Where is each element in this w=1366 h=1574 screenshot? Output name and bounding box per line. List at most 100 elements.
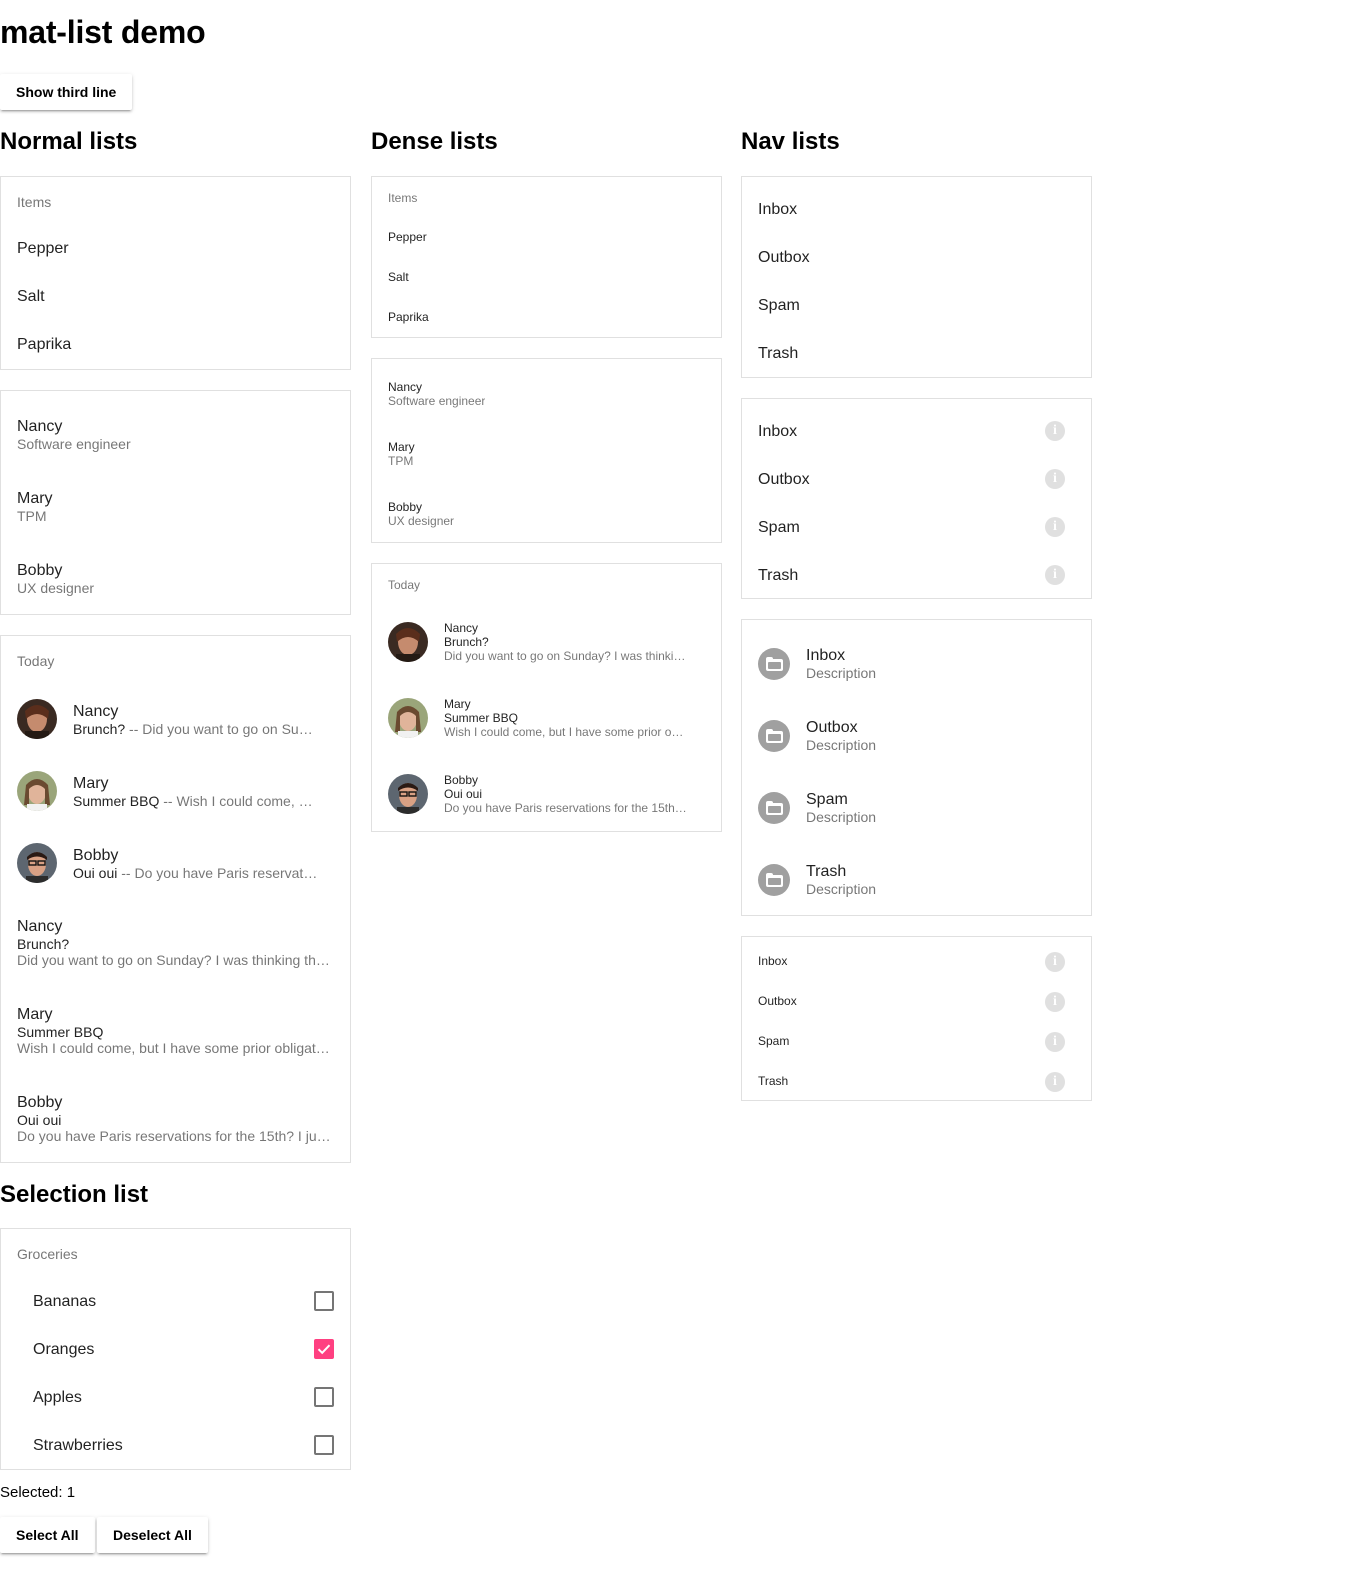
list-item[interactable]: Salt [1, 273, 350, 321]
show-third-line-button[interactable]: Show third line [0, 74, 133, 110]
nav-link-spam[interactable]: Spam i [742, 503, 1091, 551]
info-icon[interactable]: i [1045, 1032, 1065, 1052]
nav-folder-outbox[interactable]: Outbox Description [742, 700, 1091, 772]
folder-icon [758, 720, 790, 752]
message-item[interactable]: Nancy Brunch? Did you want to go on Sund… [1, 907, 350, 995]
nav-folder-inbox[interactable]: Inbox Description [742, 628, 1091, 700]
contact-headline: Software engineer [17, 436, 131, 452]
message-from: Bobby [17, 1094, 63, 1111]
message-body: Did you want to go on Sunday? I was thin… [444, 649, 686, 663]
avatar [17, 843, 57, 883]
deselect-all-button[interactable]: Deselect All [97, 1517, 208, 1553]
list-item[interactable]: Paprika [372, 297, 721, 337]
message-from: Mary [444, 697, 471, 711]
folder-icon [758, 792, 790, 824]
dense-lists-heading: Dense lists [371, 128, 498, 155]
checkbox[interactable] [314, 1435, 334, 1455]
normal-lists-heading: Normal lists [0, 128, 138, 155]
nav-lists-heading: Nav lists [741, 128, 840, 155]
message-item[interactable]: Bobby Oui oui Do you have Paris reservat… [1, 1083, 350, 1163]
info-icon[interactable]: i [1045, 469, 1065, 489]
folder-name: Trash [806, 863, 847, 880]
message-from: Nancy [17, 918, 63, 935]
nav-link-outbox[interactable]: Outbox i [742, 455, 1091, 503]
nav-folder-spam[interactable]: Spam Description [742, 772, 1091, 844]
avatar [17, 699, 57, 739]
nav-link-label: Trash [758, 1074, 789, 1088]
message-subject: Summer BBQ [73, 793, 160, 809]
nav-link-outbox[interactable]: Outbox i [742, 981, 1091, 1021]
nav-link-label: Outbox [758, 471, 810, 488]
nav-link-trash[interactable]: Trash i [742, 551, 1091, 599]
list-item[interactable]: Paprika [1, 321, 350, 369]
contact-headline: TPM [388, 454, 414, 468]
dense-messages-list: Today Nancy Brunch? Did you want to go o… [371, 563, 722, 832]
message-item[interactable]: Nancy Brunch? Did you want to go on Sund… [372, 604, 721, 680]
nav-link-inbox[interactable]: Inbox [742, 185, 1091, 233]
list-option[interactable]: Oranges [1, 1325, 350, 1373]
folder-description: Description [806, 809, 877, 825]
info-icon[interactable]: i [1045, 565, 1065, 585]
nav-list: Inbox Outbox Spam Trash [741, 176, 1092, 378]
nav-link-trash[interactable]: Trash [742, 329, 1091, 377]
message-subject: Brunch? [73, 721, 126, 737]
dense-contacts-list: Nancy Software engineer Mary TPM Bobby U… [371, 358, 722, 543]
info-icon[interactable]: i [1045, 952, 1065, 972]
contact-headline: Software engineer [388, 394, 486, 408]
list-item-label: Salt [388, 270, 409, 284]
list-item[interactable]: Pepper [372, 217, 721, 257]
message-item[interactable]: Mary Summer BBQ -- Wish I could come, … [1, 756, 350, 828]
info-icon[interactable]: i [1045, 517, 1065, 537]
list-item-label: Pepper [17, 240, 69, 257]
list-item[interactable]: Pepper [1, 225, 350, 273]
list-option[interactable]: Strawberries [1, 1421, 350, 1469]
contact-item[interactable]: Nancy Software engineer [1, 399, 350, 471]
list-subheader: Today [17, 653, 55, 669]
list-option[interactable]: Bananas [1, 1277, 350, 1325]
contact-item[interactable]: Nancy Software engineer [372, 367, 721, 427]
info-icon[interactable]: i [1045, 421, 1065, 441]
contact-item[interactable]: Mary TPM [1, 471, 350, 543]
check-icon [317, 1344, 331, 1355]
nav-link-spam[interactable]: Spam i [742, 1021, 1091, 1061]
message-item[interactable]: Mary Summer BBQ Wish I could come, but I… [372, 680, 721, 756]
message-from: Bobby [444, 773, 479, 787]
list-item[interactable]: Salt [372, 257, 721, 297]
message-item[interactable]: Bobby Oui oui -- Do you have Paris reser… [1, 828, 350, 900]
contact-headline: UX designer [388, 514, 455, 528]
dense-nav-list: Inbox i Outbox i Spam i Trash i [741, 936, 1092, 1101]
nav-link-inbox[interactable]: Inbox i [742, 407, 1091, 455]
info-icon[interactable]: i [1045, 992, 1065, 1012]
nav-link-spam[interactable]: Spam [742, 281, 1091, 329]
nav-list-with-info: Inbox i Outbox i Spam i Trash i [741, 398, 1092, 599]
message-subject: Summer BBQ [444, 711, 519, 725]
message-item[interactable]: Mary Summer BBQ Wish I could come, but I… [1, 995, 350, 1083]
nav-folder-trash[interactable]: Trash Description [742, 844, 1091, 916]
message-snippet: -- Wish I could come, … [159, 793, 313, 809]
nav-link-label: Inbox [758, 201, 798, 218]
folder-icon [758, 648, 790, 680]
contact-name: Mary [388, 440, 415, 454]
message-item[interactable]: Bobby Oui oui Do you have Paris reservat… [372, 756, 721, 832]
selection-list: Groceries Bananas Oranges Apples Strawbe… [0, 1228, 351, 1470]
avatar [17, 771, 57, 811]
nav-folder-list: Inbox Description Outbox Description Spa… [741, 619, 1092, 916]
contact-name: Nancy [17, 418, 63, 435]
contact-item[interactable]: Bobby UX designer [1, 543, 350, 615]
select-all-button[interactable]: Select All [0, 1517, 95, 1553]
folder-description: Description [806, 665, 877, 681]
checkbox[interactable] [314, 1291, 334, 1311]
contact-item[interactable]: Bobby UX designer [372, 487, 721, 543]
avatar [388, 698, 428, 738]
info-icon[interactable]: i [1045, 1072, 1065, 1092]
message-from: Bobby [73, 847, 119, 864]
list-option[interactable]: Apples [1, 1373, 350, 1421]
checkbox[interactable] [314, 1339, 334, 1359]
nav-link-outbox[interactable]: Outbox [742, 233, 1091, 281]
nav-link-trash[interactable]: Trash i [742, 1061, 1091, 1101]
checkbox[interactable] [314, 1387, 334, 1407]
nav-link-inbox[interactable]: Inbox i [742, 941, 1091, 981]
message-item[interactable]: Nancy Brunch? -- Did you want to go on S… [1, 684, 350, 756]
list-item-label: Paprika [388, 310, 429, 324]
contact-item[interactable]: Mary TPM [372, 427, 721, 487]
